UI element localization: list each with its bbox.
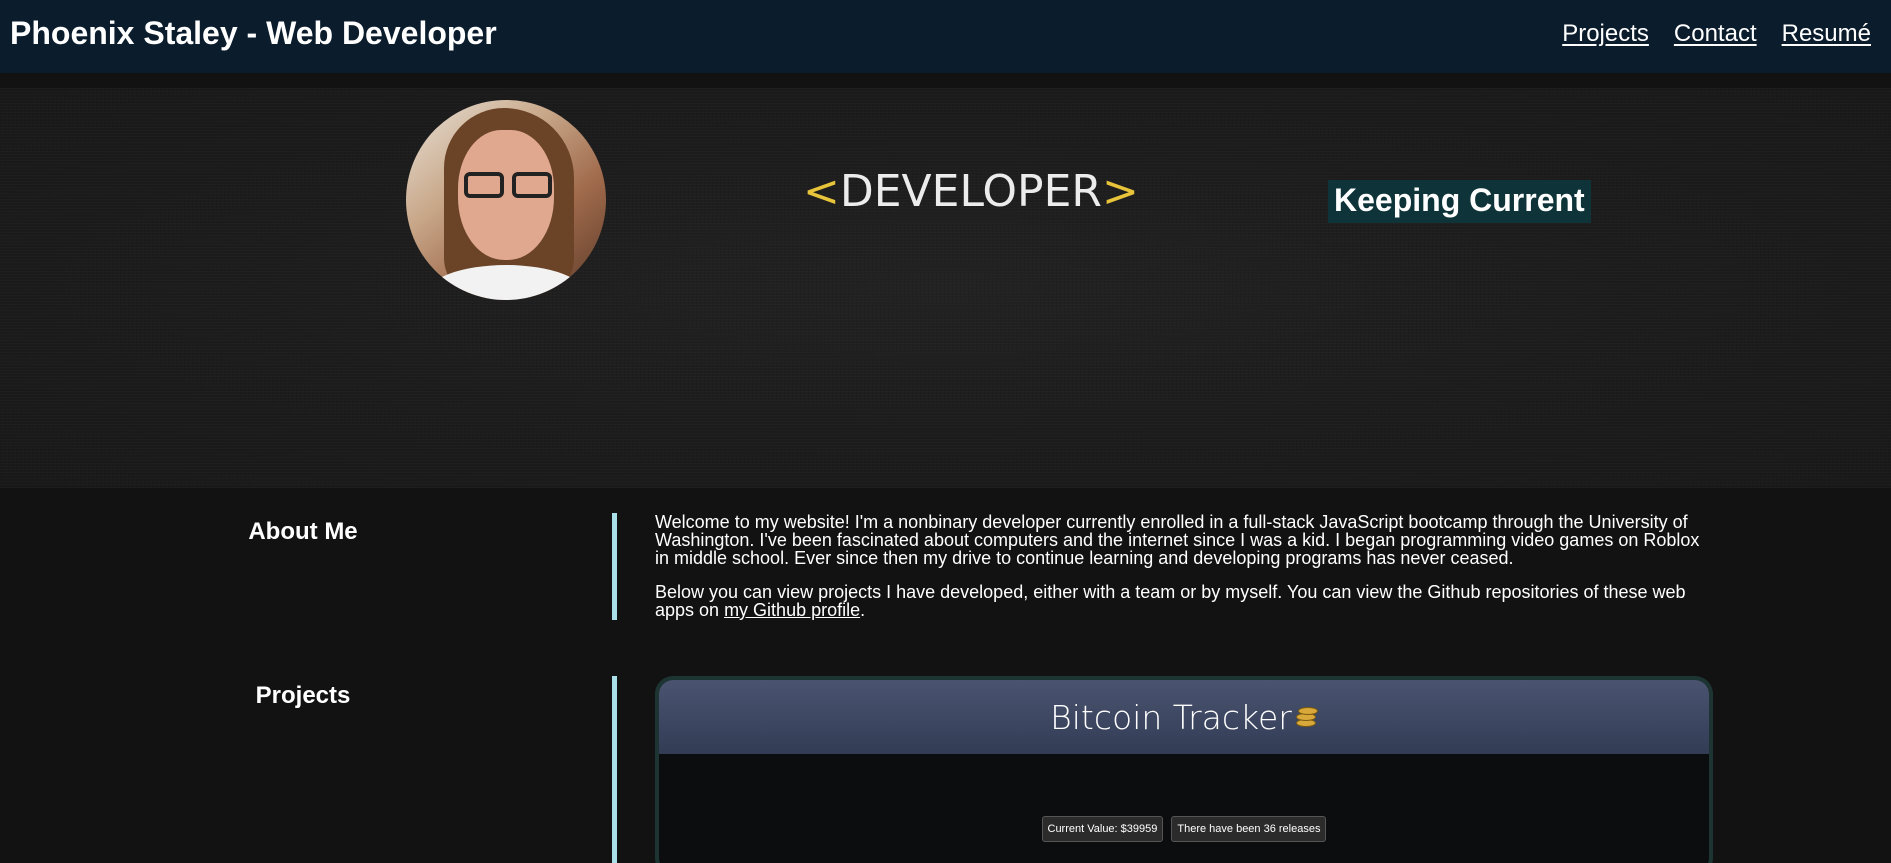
nav-contact-link[interactable]: Contact (1674, 20, 1757, 48)
profile-photo (406, 100, 606, 300)
project-stats: Current Value: $39959 There have been 36… (659, 816, 1709, 842)
about-divider (612, 513, 617, 620)
nav-projects-link[interactable]: Projects (1562, 20, 1649, 48)
current-value-badge: Current Value: $39959 (1041, 816, 1164, 842)
developer-logo: <DEVELOPER> (803, 166, 1139, 217)
project-card-bitcoin-tracker[interactable]: Bitcoin Tracker Current Value: $39959 Th… (655, 676, 1713, 863)
about-text: Welcome to my website! I'm a nonbinary d… (655, 513, 1705, 619)
projects-divider (612, 676, 617, 863)
tagline: Keeping Current (1328, 180, 1591, 223)
github-profile-link[interactable]: my Github profile (724, 600, 860, 620)
project-title: Bitcoin Tracker (1050, 697, 1292, 737)
site-title: Phoenix Staley - Web Developer (10, 15, 497, 51)
projects-heading: Projects (255, 682, 351, 709)
site-header: Phoenix Staley - Web Developer Projects … (0, 0, 1891, 73)
nav-resume-link[interactable]: Resumé (1782, 20, 1871, 48)
project-banner: Bitcoin Tracker (659, 680, 1709, 754)
hero-banner (0, 88, 1891, 488)
about-paragraph-1: Welcome to my website! I'm a nonbinary d… (655, 512, 1700, 568)
main-nav: Projects Contact Resumé (1562, 20, 1871, 48)
about-paragraph-2: Below you can view projects I have devel… (655, 582, 1686, 620)
releases-badge: There have been 36 releases (1171, 816, 1327, 842)
coin-stack-icon (1294, 705, 1318, 729)
about-heading: About Me (248, 518, 358, 545)
